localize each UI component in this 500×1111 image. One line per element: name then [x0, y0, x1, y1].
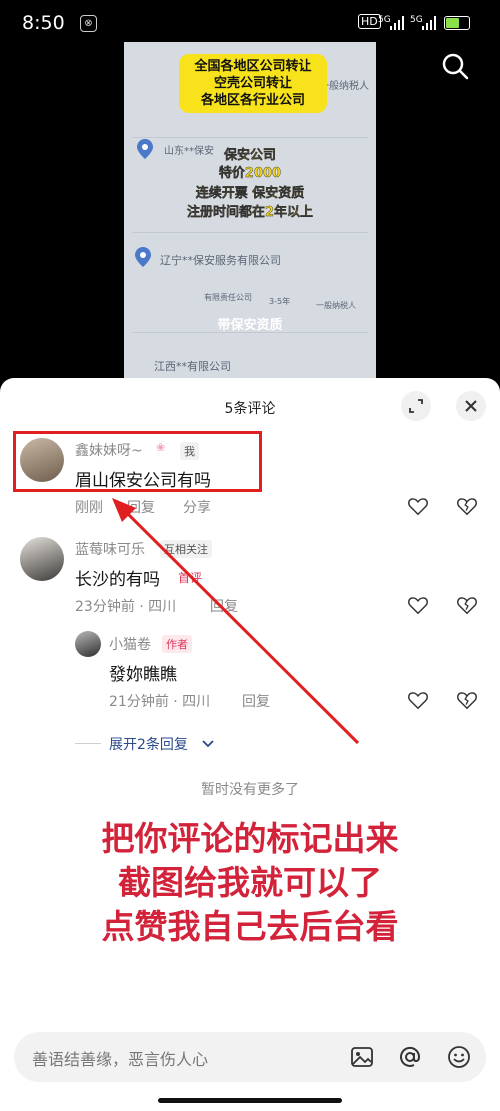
comment-input[interactable]: 善语结善缘，恶言伤人心 — [14, 1032, 486, 1082]
annotation-line: 把你评论的标记出来 — [101, 819, 399, 858]
emoji-icon[interactable] — [447, 1045, 471, 1069]
comment-input-placeholder: 善语结善缘，恶言伤人心 — [32, 1050, 209, 1069]
annotation-line: 点赞我自己去后台看 — [101, 907, 399, 946]
home-indicator[interactable] — [158, 1098, 342, 1103]
annotation-line: 截图给我就可以了 — [118, 863, 382, 902]
image-icon[interactable] — [350, 1045, 374, 1069]
at-icon[interactable] — [398, 1045, 422, 1069]
